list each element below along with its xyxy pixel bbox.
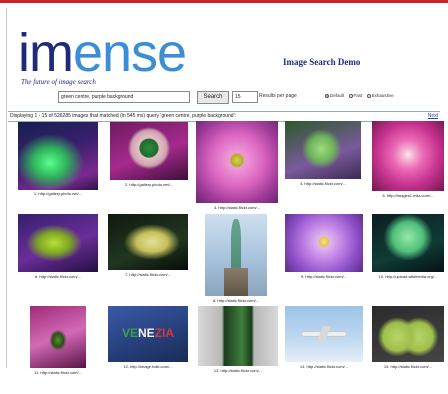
result-image[interactable] (372, 306, 444, 362)
radio-dot-selected (325, 94, 329, 98)
result-thumbnail[interactable]: 5. http://images1.mila.com/... (372, 121, 444, 207)
result-image[interactable] (196, 121, 278, 203)
result-thumbnail[interactable]: 15. http://static.flickr.com/... (372, 306, 444, 376)
result-image[interactable] (30, 306, 86, 368)
result-image[interactable] (108, 214, 188, 270)
logo-tagline: The future of image search (21, 78, 96, 86)
result-thumbnail[interactable]: 9. http://static.flickr.com/... (285, 214, 363, 284)
result-thumbnail[interactable]: 14. http://static.flickr.com/... (285, 306, 363, 376)
result-caption[interactable]: 15. http://static.flickr.com/... (372, 364, 444, 369)
results-summary: Displaying 1 - 15 of 526285 images that … (10, 113, 236, 119)
result-thumbnail[interactable]: 10. http://upload.wikimedia.org/... (372, 214, 444, 284)
search-mode-group: Default Fast Exhaustive (325, 93, 397, 98)
result-caption[interactable]: 7. http://static.flickr.com/... (108, 272, 188, 277)
logo[interactable]: imense The future of image search (18, 26, 198, 88)
result-thumbnail[interactable]: 6. http://static.flickr.com/... (18, 214, 98, 284)
radio-default[interactable]: Default (325, 93, 344, 98)
result-caption[interactable]: 5. http://images1.mila.com/... (372, 193, 444, 198)
radio-dot (366, 94, 371, 98)
result-thumbnail[interactable]: VENEZIA 12. http://image.fotki.com/... (108, 306, 188, 376)
result-caption[interactable]: 6. http://static.flickr.com/... (18, 274, 98, 279)
logo-wordmark: imense (18, 23, 187, 83)
result-thumbnail[interactable]: 7. http://static.flickr.com/... (108, 214, 188, 284)
result-caption[interactable]: 8. http://static.flickr.com/... (205, 298, 267, 303)
result-image[interactable] (18, 214, 98, 272)
result-caption[interactable]: 14. http://static.flickr.com/... (285, 364, 363, 369)
frame-border (6, 8, 7, 368)
result-thumbnail[interactable]: 13. http://static.flickr.com/... (198, 306, 278, 378)
top-accent-bar (0, 0, 448, 3)
result-caption[interactable]: 10. http://upload.wikimedia.org/... (372, 274, 444, 279)
result-caption[interactable]: 2. http://gallery.photo.net/... (108, 182, 190, 187)
result-image[interactable] (110, 122, 188, 180)
result-caption[interactable]: 12. http://image.fotki.com/... (108, 364, 188, 369)
result-thumbnail[interactable]: 2. http://gallery.photo.net/... (108, 122, 190, 200)
radio-dot (348, 94, 353, 98)
results-per-page-label: Results per page (259, 93, 297, 99)
result-image[interactable]: VENEZIA (108, 306, 188, 362)
page-title: Image Search Demo (283, 57, 361, 67)
result-image[interactable] (205, 214, 267, 296)
image-lettering: VENEZIA (121, 326, 175, 341)
result-thumbnail[interactable]: 3. http://static.flickr.com/... (196, 121, 278, 213)
next-page-link[interactable]: Next (428, 113, 438, 119)
result-thumbnail[interactable]: 8. http://static.flickr.com/... (205, 214, 267, 308)
result-image[interactable] (18, 122, 98, 190)
result-image[interactable] (285, 121, 361, 179)
results-per-page-input[interactable]: 15 (232, 91, 258, 103)
result-thumbnail[interactable]: 11. http://static.flickr.com/... (30, 306, 86, 378)
result-image[interactable] (285, 306, 363, 362)
result-caption[interactable]: 11. http://static.flickr.com/... (30, 370, 86, 375)
search-input[interactable]: green centre, purple background (58, 91, 190, 103)
result-thumbnail[interactable]: 4. http://static.flickr.com/... (285, 121, 361, 191)
result-image[interactable] (285, 214, 363, 272)
result-caption[interactable]: 1. http://gallery.photo.net/... (18, 191, 98, 196)
radio-exhaustive[interactable]: Exhaustive (366, 93, 394, 98)
result-image[interactable] (198, 306, 278, 366)
result-caption[interactable]: 13. http://static.flickr.com/... (198, 368, 278, 373)
result-image[interactable] (372, 214, 444, 272)
radio-fast[interactable]: Fast (348, 93, 362, 98)
result-caption[interactable]: 3. http://static.flickr.com/... (196, 205, 278, 210)
result-image[interactable] (372, 121, 444, 191)
result-thumbnail[interactable]: 1. http://gallery.photo.net/... (18, 122, 98, 200)
search-button[interactable]: Search (197, 91, 229, 104)
result-caption[interactable]: 9. http://static.flickr.com/... (285, 274, 363, 279)
result-caption[interactable]: 4. http://static.flickr.com/... (285, 181, 361, 186)
